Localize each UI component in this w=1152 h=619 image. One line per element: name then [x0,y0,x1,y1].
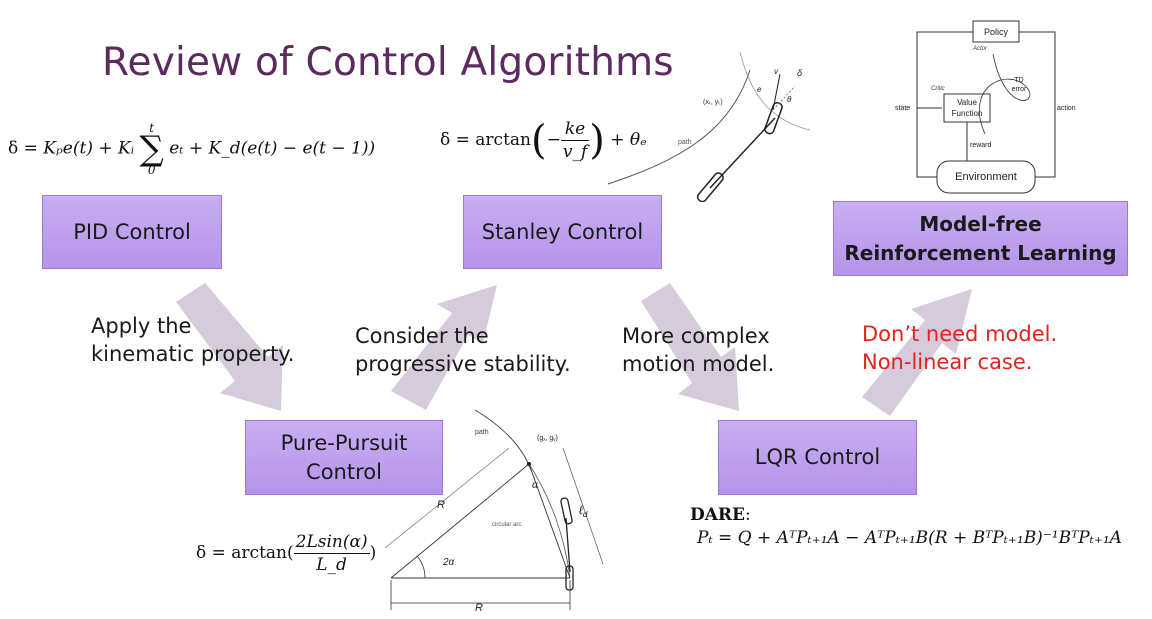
rl-value-label-1: Value [957,98,977,107]
pp-circular-arc-label: circular arc [492,522,521,528]
rl-actor-critic-diagram: Policy Actor Critic Value Function TD er… [895,20,1076,194]
pid-equation: δ = Kₚe(t) + Kᵢ t ∑ 0 eₜ + K_d(e(t) − e(t … [8,121,376,177]
rl-reward-label: reward [970,142,992,149]
pid-control-box[interactable]: PID Control [42,195,222,269]
lqr-control-label: LQR Control [754,445,881,469]
rl-state-label: state [895,105,910,112]
pp-ld-label: ℓd [579,503,588,519]
model-free-rl-label-1: Model-free [919,211,1042,236]
rl-value-label-2: Function [952,109,983,118]
pure-pursuit-equation: δ = arctan(2Lsin(α) L_d) [196,532,377,575]
pure-pursuit-geometry-diagram: path (gₓ, gᵧ) R 2α circular arc α ℓd R [385,409,604,614]
pure-pursuit-label-2: Control [306,459,382,484]
dare-label: DARE: [690,505,751,525]
stanley-control-box[interactable]: Stanley Control [463,195,662,269]
no-model-caption: Don’t need model. Non-linear case. [862,322,1058,374]
rl-environment-label: Environment [955,171,1017,183]
motion-model-caption: More complex motion model. [622,324,775,376]
stanley-theta-label: θ [787,95,792,104]
rl-action-label: action [1057,105,1076,112]
kinematic-caption: Apply the kinematic property. [91,314,295,366]
stanley-control-label: Stanley Control [481,219,644,244]
pp-r-diagonal-label: R [437,499,445,511]
pp-radius-line-offset [385,447,510,549]
model-free-rl-label-2: Reinforcement Learning [844,240,1117,265]
model-free-rl-box[interactable]: Model-free Reinforcement Learning [833,201,1128,276]
pp-alpha-label: α [532,480,538,491]
pp-r-base-label: R [475,602,483,614]
pp-two-alpha-label: 2α [442,557,455,568]
pp-goal-label: (gₓ, gᵧ) [537,435,558,442]
rl-td-label-2: error [1012,86,1027,93]
pid-control-label: PID Control [73,219,191,244]
lqr-control-box[interactable]: LQR Control [718,420,917,495]
pp-path-curve [474,409,532,471]
stanley-vehicle-diagram: path (xₜ, yₜ) e v δ θ [607,52,811,202]
stanley-velocity-vector [772,73,781,111]
stability-caption: Consider the progressive stability. [355,324,571,376]
rl-td-label-1: TD [1014,77,1023,84]
stanley-v-label: v [774,67,779,76]
stanley-delta-label: δ [797,68,803,78]
stanley-point-label: (xₜ, yₜ) [703,99,723,106]
rl-actor-label: Actor [972,46,988,52]
pp-two-alpha-arc [416,555,426,579]
dare-equation: Pₜ = Q + AᵀPₜ₊₁A − AᵀPₜ₊₁B(R + BᵀPₜ₊₁B)⁻… [697,528,1122,548]
stanley-path-label: path [678,139,692,146]
pp-path-label: path [475,429,489,436]
stanley-efa-label: e [757,85,762,94]
rl-critic-label: Critic [931,86,945,92]
pp-radius-line [390,463,530,579]
stanley-heading-line [772,85,796,111]
rl-policy-label: Policy [984,27,1009,37]
